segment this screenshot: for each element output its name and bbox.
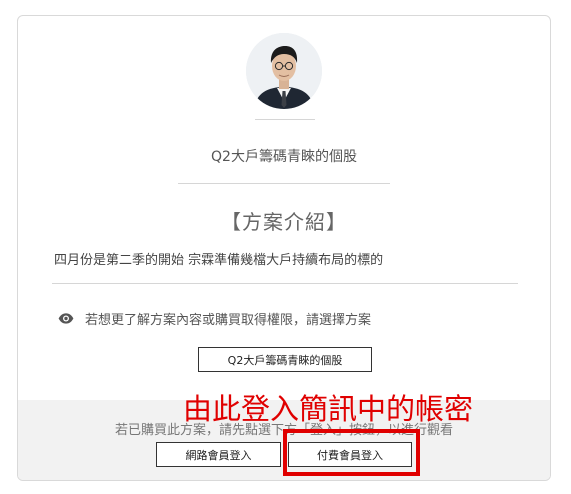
web-member-login-button[interactable]: 網路會員登入 — [156, 442, 281, 467]
avatar — [246, 33, 322, 109]
divider — [178, 183, 390, 184]
eye-icon — [58, 312, 74, 324]
hint-text: 若想更了解方案內容或購買取得權限，請選擇方案 — [85, 312, 372, 328]
avatar-portrait-image — [246, 33, 322, 109]
plan-description: 四月份是第二季的開始 宗霖準備幾檔大戶持續布局的標的 — [54, 253, 384, 268]
plan-title: Q2大戶籌碼青睞的個股 — [211, 149, 357, 165]
select-plan-button[interactable]: Q2大戶籌碼青睞的個股 — [198, 347, 372, 372]
annotation-highlight-box — [283, 429, 420, 476]
hint-row: 若想更了解方案內容或購買取得權限，請選擇方案 — [58, 309, 372, 328]
divider — [52, 283, 518, 284]
divider — [255, 119, 315, 120]
section-heading: 【方案介紹】 — [221, 210, 347, 234]
annotation-callout: 由此登入簡訊中的帳密 — [183, 392, 474, 426]
